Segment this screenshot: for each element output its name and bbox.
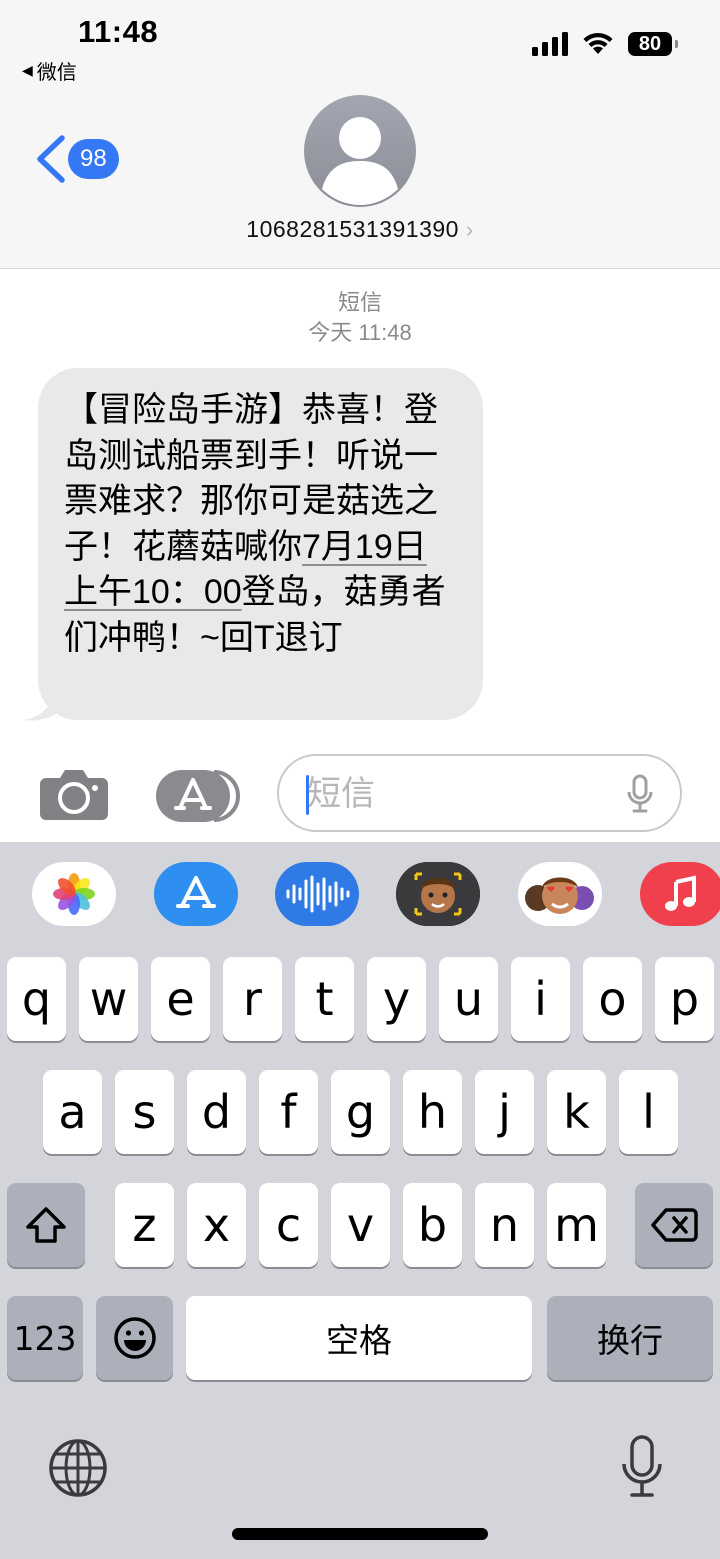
camera-button[interactable] bbox=[40, 768, 108, 825]
globe-icon[interactable] bbox=[48, 1438, 108, 1498]
conversation-header: 11:48 ◀ 微信 80 98 1068281531391390 › bbox=[0, 0, 720, 269]
message-compose-field[interactable] bbox=[277, 754, 682, 832]
home-indicator[interactable] bbox=[232, 1528, 488, 1540]
key-z[interactable]: z bbox=[115, 1183, 174, 1267]
key-y[interactable]: y bbox=[367, 957, 426, 1041]
message-timestamp: 今天 11:48 bbox=[308, 320, 412, 345]
chevron-left-icon bbox=[37, 135, 65, 183]
key-k[interactable]: k bbox=[547, 1070, 606, 1154]
cellular-signal-icon bbox=[532, 32, 568, 56]
key-w[interactable]: w bbox=[79, 957, 138, 1041]
contact-avatar[interactable] bbox=[304, 95, 416, 207]
key-c[interactable]: c bbox=[259, 1183, 318, 1267]
person-silhouette-icon bbox=[322, 117, 398, 205]
text-cursor bbox=[306, 775, 309, 815]
message-input[interactable] bbox=[305, 766, 609, 822]
music-app-icon[interactable] bbox=[640, 862, 720, 926]
key-e[interactable]: e bbox=[151, 957, 210, 1041]
memoji-stickers-app-icon[interactable] bbox=[518, 862, 602, 926]
shift-arrow-icon bbox=[26, 1207, 66, 1243]
battery-level: 80 bbox=[638, 32, 662, 55]
return-key[interactable]: 换行 bbox=[547, 1296, 713, 1380]
dictation-mic-icon[interactable] bbox=[626, 774, 654, 814]
imessage-app-strip bbox=[0, 862, 720, 932]
key-l[interactable]: l bbox=[619, 1070, 678, 1154]
app-store-button[interactable] bbox=[156, 770, 240, 822]
app-store-app-icon[interactable] bbox=[154, 862, 238, 926]
back-to-wechat-link[interactable]: ◀ 微信 bbox=[22, 56, 77, 85]
key-d[interactable]: d bbox=[187, 1070, 246, 1154]
unread-count-badge: 98 bbox=[68, 139, 119, 179]
keyboard-dictation-mic-icon[interactable] bbox=[620, 1434, 664, 1500]
key-s[interactable]: s bbox=[115, 1070, 174, 1154]
key-b[interactable]: b bbox=[403, 1183, 462, 1267]
wifi-icon bbox=[583, 32, 613, 54]
key-o[interactable]: o bbox=[583, 957, 642, 1041]
key-p[interactable]: p bbox=[655, 957, 714, 1041]
numbers-key[interactable]: 123 bbox=[7, 1296, 83, 1380]
backspace-icon bbox=[651, 1208, 698, 1242]
key-j[interactable]: j bbox=[475, 1070, 534, 1154]
back-button[interactable]: 98 bbox=[34, 134, 119, 184]
contact-number-text: 1068281531391390 bbox=[246, 216, 459, 242]
incoming-message-bubble[interactable]: 【冒险岛手游】恭喜！登岛测试船票到手！听说一票难求？那你可是菇选之子！花蘑菇喊你… bbox=[38, 368, 483, 720]
photos-app-icon[interactable] bbox=[32, 862, 116, 926]
shift-key[interactable] bbox=[7, 1183, 85, 1267]
message-meta: 短信 今天 11:48 bbox=[0, 288, 720, 348]
camera-icon bbox=[40, 770, 108, 820]
key-a[interactable]: a bbox=[43, 1070, 102, 1154]
delete-key[interactable] bbox=[635, 1183, 713, 1267]
status-icons: 80 bbox=[532, 32, 678, 56]
back-app-label: 微信 bbox=[36, 62, 77, 84]
key-h[interactable]: h bbox=[403, 1070, 462, 1154]
status-time: 11:48 bbox=[78, 14, 159, 49]
key-m[interactable]: m bbox=[547, 1183, 606, 1267]
key-t[interactable]: t bbox=[295, 957, 354, 1041]
key-g[interactable]: g bbox=[331, 1070, 390, 1154]
key-i[interactable]: i bbox=[511, 957, 570, 1041]
key-u[interactable]: u bbox=[439, 957, 498, 1041]
key-v[interactable]: v bbox=[331, 1183, 390, 1267]
keyboard: q w e r t y u i o p a s d f g h j k l z … bbox=[0, 842, 720, 1559]
contact-number[interactable]: 1068281531391390 › bbox=[0, 216, 720, 243]
key-n[interactable]: n bbox=[475, 1183, 534, 1267]
key-x[interactable]: x bbox=[187, 1183, 246, 1267]
emoji-key[interactable] bbox=[96, 1296, 173, 1380]
key-f[interactable]: f bbox=[259, 1070, 318, 1154]
memoji-camera-app-icon[interactable] bbox=[396, 862, 480, 926]
emoji-face-icon bbox=[113, 1317, 156, 1359]
key-r[interactable]: r bbox=[223, 957, 282, 1041]
audio-message-app-icon[interactable] bbox=[275, 862, 359, 926]
space-key[interactable]: 空格 bbox=[186, 1296, 532, 1380]
contact-chevron-icon: › bbox=[465, 217, 474, 242]
app-store-icon bbox=[156, 770, 240, 822]
service-label: 短信 bbox=[337, 290, 382, 315]
key-q[interactable]: q bbox=[7, 957, 66, 1041]
back-triangle-icon: ◀ bbox=[22, 62, 33, 78]
battery-icon: 80 bbox=[628, 32, 678, 56]
